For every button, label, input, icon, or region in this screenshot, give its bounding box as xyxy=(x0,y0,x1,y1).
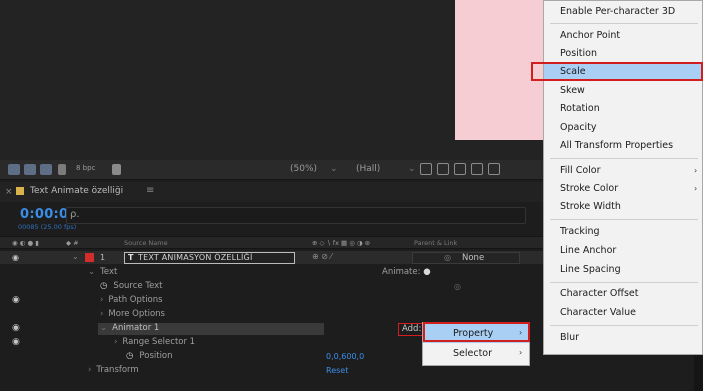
mask-visibility-icon[interactable] xyxy=(454,163,466,175)
menu-item-skew[interactable]: Skew xyxy=(544,85,585,96)
transform-label: Transform xyxy=(96,365,139,375)
menu-separator xyxy=(550,282,698,283)
menu-item-blur[interactable]: Blur xyxy=(544,332,579,343)
scale-highlight-box xyxy=(531,62,703,81)
fill-color-submenu-arrow-icon: › xyxy=(694,166,698,175)
animate-play-icon[interactable]: ● xyxy=(423,267,430,277)
add-button[interactable]: Add: xyxy=(398,323,423,336)
path-options-label: Path Options xyxy=(108,295,163,305)
mask-icon[interactable] xyxy=(58,164,66,175)
source-name-header[interactable]: Source Name xyxy=(124,239,168,247)
menu-item-line-anchor[interactable]: Line Anchor xyxy=(544,245,616,256)
stopwatch-icon[interactable]: ◷ xyxy=(100,281,107,291)
reset-link[interactable]: Reset xyxy=(326,366,348,375)
chevron-right-icon[interactable]: › xyxy=(114,337,117,347)
path-options-eye-icon[interactable]: ◉ xyxy=(12,295,20,305)
property-context-menu: Enable Per-character 3D Anchor Point Pos… xyxy=(543,0,703,355)
range-selector-prop[interactable]: › Range Selector 1 xyxy=(114,337,195,347)
stopwatch-icon[interactable]: ◷ xyxy=(126,351,133,361)
snapshot-icon[interactable] xyxy=(8,164,20,175)
view-layout-icon[interactable] xyxy=(488,163,500,175)
composition-layer-preview xyxy=(455,0,543,140)
animator-prop[interactable]: ⌄ Animator 1 xyxy=(100,323,159,333)
search-icon[interactable]: ρ. xyxy=(70,209,80,220)
av-switches-icon[interactable]: ◉ ◐ ● ▮ xyxy=(12,239,39,247)
menu-separator xyxy=(550,325,698,326)
layer-visibility-eye-icon[interactable]: ◉ xyxy=(12,253,19,262)
layer-number: 1 xyxy=(100,253,106,262)
color-icon[interactable] xyxy=(24,164,36,175)
transparency-grid-icon[interactable] xyxy=(40,164,52,175)
animator-eye-icon[interactable]: ◉ xyxy=(12,323,20,333)
more-options-prop[interactable]: › More Options xyxy=(100,309,165,319)
resolution-dropdown[interactable]: (Hall) xyxy=(356,164,380,174)
text-group-label: Text xyxy=(100,267,118,277)
layer-switches-icon[interactable]: ⊕ ◇ ∖ fx ▦ ◎ ◑ ⊛ xyxy=(312,239,370,247)
menu-item-anchor-point[interactable]: Anchor Point xyxy=(544,30,620,41)
pick-whip-icon[interactable]: ◎ xyxy=(444,253,451,262)
position-label: Position xyxy=(139,351,173,361)
label-column-icon[interactable]: ◆ # xyxy=(66,239,79,247)
grid-toggle-icon[interactable] xyxy=(437,163,449,175)
position-prop[interactable]: ◷ Position xyxy=(126,351,173,361)
source-text-pickwhip-icon[interactable]: ◎ xyxy=(454,282,461,291)
zoom-dropdown[interactable]: (50%) xyxy=(290,164,317,174)
menu-item-character-offset[interactable]: Character Offset xyxy=(544,288,638,299)
submenu-item-selector[interactable]: Selector xyxy=(423,348,492,359)
menu-item-opacity[interactable]: Opacity xyxy=(544,122,597,133)
more-options-label: More Options xyxy=(108,309,165,319)
resolution-chevron-down-icon[interactable]: ⌄ xyxy=(408,164,416,174)
menu-item-stroke-width[interactable]: Stroke Width xyxy=(544,201,621,212)
close-tab-icon[interactable]: × xyxy=(5,187,13,197)
menu-item-all-transform-properties[interactable]: All Transform Properties xyxy=(544,140,673,151)
text-group[interactable]: ⌄ Text xyxy=(88,267,117,277)
path-options-prop[interactable]: › Path Options xyxy=(100,295,163,305)
range-selector-label: Range Selector 1 xyxy=(122,337,196,347)
menu-item-rotation[interactable]: Rotation xyxy=(544,103,600,114)
parent-link-header[interactable]: Parent & Link xyxy=(414,239,457,247)
chevron-down-icon[interactable]: ⌄ xyxy=(88,267,95,277)
menu-item-tracking[interactable]: Tracking xyxy=(544,226,600,237)
chevron-right-icon[interactable]: › xyxy=(100,309,103,319)
animator-label: Animator 1 xyxy=(112,323,160,333)
property-highlight-box xyxy=(423,322,530,342)
camera-view-icon[interactable] xyxy=(471,163,483,175)
layer-switch-icon[interactable]: ⊕ ⊘ ⁄ xyxy=(312,252,332,261)
transform-group[interactable]: › Transform xyxy=(88,365,139,375)
frame-rate-label: 00085 (25.00 fps) xyxy=(18,223,77,231)
region-of-interest-icon[interactable] xyxy=(420,163,432,175)
animate-label: Animate: xyxy=(382,267,421,277)
bit-depth-label[interactable]: 8 bpc xyxy=(76,164,95,172)
parent-value[interactable]: None xyxy=(462,253,484,263)
layer-label-color[interactable] xyxy=(85,253,94,262)
panel-title[interactable]: Text Animate özelliği xyxy=(30,186,123,196)
composition-color-icon xyxy=(16,187,24,195)
menu-item-enable-per-character-3d[interactable]: Enable Per-character 3D xyxy=(544,6,675,17)
menu-item-line-spacing[interactable]: Line Spacing xyxy=(544,264,621,275)
range-selector-eye-icon[interactable]: ◉ xyxy=(12,337,20,347)
layer-expand-chevron-icon[interactable]: ⌄ xyxy=(72,252,79,261)
layer-name[interactable]: TEXT ANIMASYON ÖZELLİĞİ xyxy=(138,253,253,262)
animate-menu[interactable]: Animate: ● xyxy=(382,267,431,277)
panel-menu-icon[interactable]: ≡ xyxy=(146,185,154,196)
source-text-label: Source Text xyxy=(113,281,163,291)
menu-item-fill-color[interactable]: Fill Color xyxy=(544,165,601,176)
text-layer-icon: T xyxy=(128,253,134,262)
stroke-color-submenu-arrow-icon: › xyxy=(694,184,698,193)
selector-submenu-arrow-icon: › xyxy=(519,348,523,357)
zoom-chevron-down-icon[interactable]: ⌄ xyxy=(330,164,338,174)
menu-separator xyxy=(550,158,698,159)
menu-separator xyxy=(550,23,698,24)
chevron-down-icon[interactable]: ⌄ xyxy=(100,323,107,333)
menu-separator xyxy=(550,219,698,220)
chevron-right-icon[interactable]: › xyxy=(100,295,103,305)
menu-item-character-value[interactable]: Character Value xyxy=(544,307,636,318)
position-value[interactable]: 0,0,600,0 xyxy=(326,352,364,361)
trash-icon[interactable] xyxy=(112,164,121,175)
menu-item-position[interactable]: Position xyxy=(544,48,597,59)
source-text-prop[interactable]: ◷ Source Text xyxy=(100,281,163,291)
menu-item-stroke-color[interactable]: Stroke Color xyxy=(544,183,618,194)
search-input[interactable] xyxy=(66,207,526,224)
chevron-right-icon[interactable]: › xyxy=(88,365,91,375)
